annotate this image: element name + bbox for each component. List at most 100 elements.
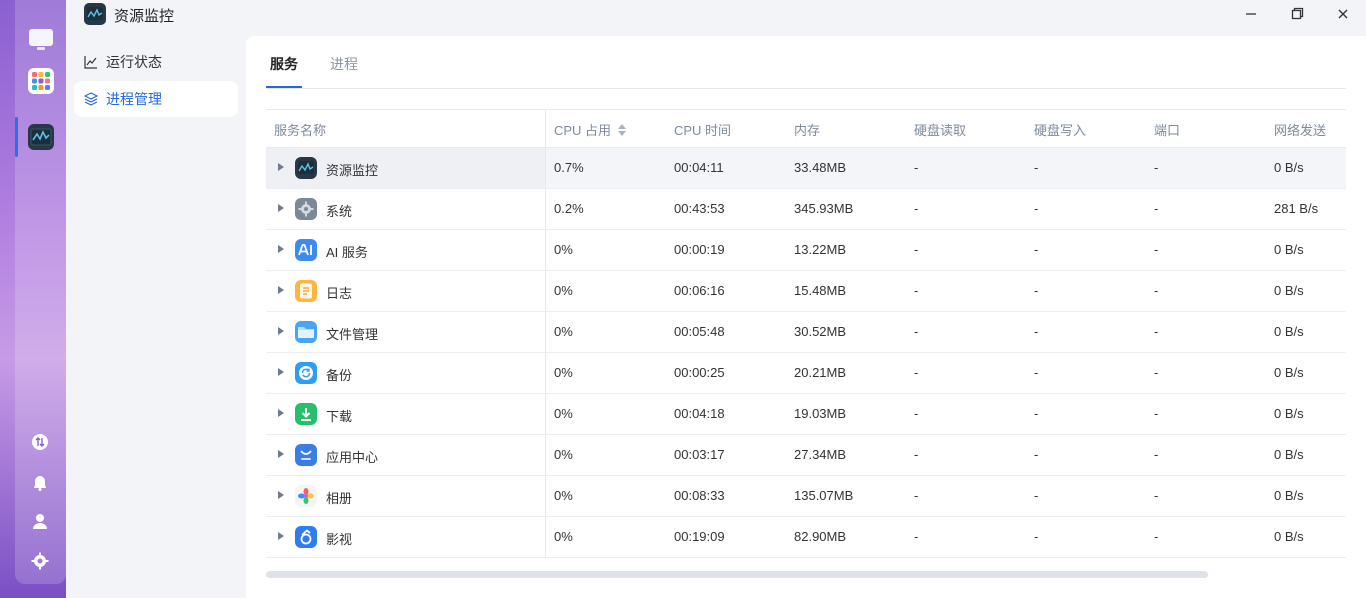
dock-active-indicator [15, 117, 18, 157]
port-value: - [1154, 529, 1159, 544]
table-row[interactable]: 应用中心 0% 00:03:17 27.34MB - - - 0 B/s [266, 435, 1346, 476]
expand-caret-icon[interactable] [278, 491, 284, 499]
cpu-value: 0% [554, 283, 573, 298]
cpu-value: 0% [554, 447, 573, 462]
app-center-dock-icon[interactable] [28, 68, 54, 94]
service-name: 下载 [326, 409, 353, 424]
cpu-value: 0% [554, 242, 573, 257]
table-row[interactable]: 下载 0% 00:04:18 19.03MB - - - 0 B/s [266, 394, 1346, 435]
close-button[interactable] [1335, 6, 1351, 22]
table-row[interactable]: 相册 0% 00:08:33 135.07MB - - - 0 B/s [266, 476, 1346, 517]
disk-write-value: - [1034, 201, 1039, 216]
app-title: 资源监控 [114, 8, 175, 25]
memory-value: 19.03MB [794, 406, 847, 421]
disk-write-value: - [1034, 447, 1039, 462]
disk-write-value: - [1034, 406, 1039, 421]
cpu-time-value: 00:00:19 [674, 242, 725, 257]
table-row[interactable]: 日志 0% 00:06:16 15.48MB - - - 0 B/s [266, 271, 1346, 312]
column-header-disk-write[interactable]: 硬盘写入 [1034, 120, 1086, 139]
port-value: - [1154, 406, 1159, 421]
disk-write-value: - [1034, 283, 1039, 298]
cpu-time-value: 00:04:18 [674, 406, 725, 421]
tab-services[interactable]: 服务 [270, 54, 298, 74]
table-row[interactable]: 文件管理 0% 00:05:48 30.52MB - - - 0 B/s [266, 312, 1346, 353]
cpu-time-value: 00:08:33 [674, 488, 725, 503]
memory-value: 82.90MB [794, 529, 847, 544]
horizontal-scrollbar[interactable] [266, 571, 1208, 578]
service-name: 资源监控 [326, 163, 379, 178]
cpu-time-value: 00:43:53 [674, 201, 725, 216]
table-row[interactable]: 资源监控 0.7% 00:04:11 33.48MB - - - 0 B/s [266, 148, 1346, 189]
service-name: 备份 [326, 368, 353, 383]
net-send-value: 0 B/s [1274, 242, 1304, 257]
disk-read-value: - [914, 324, 919, 339]
folder-icon [295, 321, 317, 343]
cpu-time-value: 00:00:25 [674, 365, 725, 380]
expand-caret-icon[interactable] [278, 327, 284, 335]
table-row[interactable]: 备份 0% 00:00:25 20.21MB - - - 0 B/s [266, 353, 1346, 394]
sidebar-item-label: 进程管理 [106, 91, 162, 107]
memory-value: 33.48MB [794, 160, 847, 175]
disk-read-value: - [914, 406, 919, 421]
column-header-memory[interactable]: 内存 [794, 120, 820, 139]
expand-caret-icon[interactable] [278, 450, 284, 458]
column-header-disk-read[interactable]: 硬盘读取 [914, 120, 966, 139]
table-row[interactable]: 系统 0.2% 00:43:53 345.93MB - - - 281 B/s [266, 189, 1346, 230]
bell-icon[interactable] [31, 473, 49, 491]
table-row[interactable]: 影视 0% 00:19:09 82.90MB - - - 0 B/s [266, 517, 1346, 558]
memory-value: 345.93MB [794, 201, 854, 216]
column-header-net-send[interactable]: 网络发送 [1274, 120, 1326, 139]
column-header-name[interactable]: 服务名称 [274, 120, 326, 139]
desktop-icon[interactable] [28, 27, 54, 53]
download-icon [295, 403, 317, 425]
net-send-value: 0 B/s [1274, 406, 1304, 421]
title-bar [66, 0, 1366, 36]
expand-caret-icon[interactable] [278, 163, 284, 171]
cpu-time-value: 00:05:48 [674, 324, 725, 339]
column-header-port[interactable]: 端口 [1154, 120, 1180, 139]
sidebar-item-process-management[interactable]: 进程管理 [74, 81, 238, 117]
disk-read-value: - [914, 283, 919, 298]
net-send-value: 0 B/s [1274, 365, 1304, 380]
app-center-icon [295, 444, 317, 466]
disk-write-value: - [1034, 324, 1039, 339]
cpu-value: 0% [554, 324, 573, 339]
sort-icon[interactable] [617, 124, 626, 136]
settings-icon[interactable] [31, 552, 49, 570]
sidebar-item-label: 运行状态 [106, 54, 162, 70]
layers-icon [84, 92, 98, 106]
cpu-value: 0% [554, 406, 573, 421]
net-send-value: 0 B/s [1274, 529, 1304, 544]
expand-caret-icon[interactable] [278, 245, 284, 253]
minimize-button[interactable] [1243, 6, 1259, 22]
expand-caret-icon[interactable] [278, 204, 284, 212]
expand-caret-icon[interactable] [278, 532, 284, 540]
port-value: - [1154, 201, 1159, 216]
cpu-value: 0% [554, 488, 573, 503]
user-icon[interactable] [31, 512, 49, 530]
port-value: - [1154, 488, 1159, 503]
tab-processes[interactable]: 进程 [330, 54, 358, 74]
active-tab-indicator [266, 86, 302, 88]
service-name: 文件管理 [326, 327, 379, 342]
expand-caret-icon[interactable] [278, 409, 284, 417]
expand-caret-icon[interactable] [278, 368, 284, 376]
maximize-button[interactable] [1289, 6, 1305, 22]
service-name: 相册 [326, 491, 353, 506]
photos-icon [295, 485, 317, 507]
disk-write-value: - [1034, 365, 1039, 380]
sidebar-item-status[interactable]: 运行状态 [74, 44, 238, 80]
gear-icon [295, 198, 317, 220]
disk-write-value: - [1034, 160, 1039, 175]
cpu-time-value: 00:19:09 [674, 529, 725, 544]
table-row[interactable]: AI 服务 0% 00:00:19 13.22MB - - - 0 B/s [266, 230, 1346, 271]
disk-write-value: - [1034, 488, 1039, 503]
column-header-cpu-time[interactable]: CPU 时间 [674, 120, 731, 139]
transfer-icon[interactable] [31, 433, 49, 451]
column-header-cpu[interactable]: CPU 占用 [554, 120, 626, 139]
resource-monitor-dock-icon[interactable] [28, 124, 54, 150]
column-header-cpu-label: CPU 占用 [554, 123, 612, 138]
expand-caret-icon[interactable] [278, 286, 284, 294]
cpu-value: 0.2% [554, 201, 584, 216]
line-chart-icon [84, 55, 98, 69]
